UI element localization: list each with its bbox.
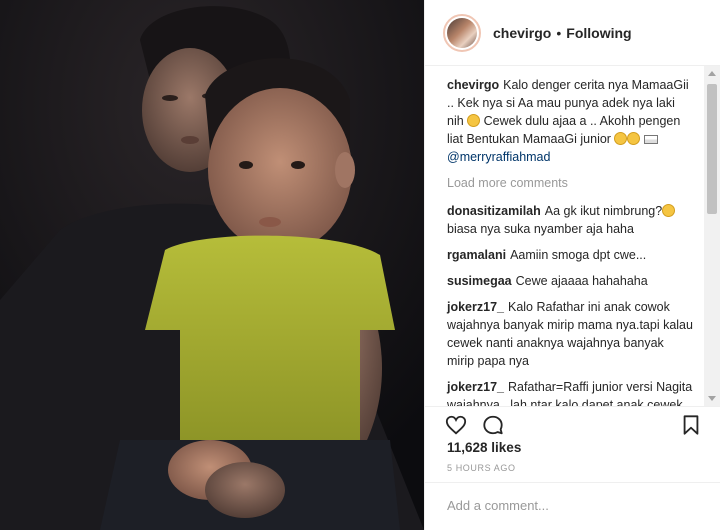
scroll-down-icon[interactable] <box>708 396 716 401</box>
comments-list: chevirgo Kalo denger cerita nya MamaaGii … <box>425 66 703 406</box>
comment-item: susimegaa Cewe ajaaaa hahahaha <box>447 272 693 290</box>
bookmark-icon[interactable] <box>680 414 702 436</box>
comment-bubble-icon[interactable] <box>482 414 504 436</box>
comment-username[interactable]: rgamalani <box>447 248 506 262</box>
comment-item: jokerz17_ Rafathar=Raffi junior versi Nag… <box>447 378 693 406</box>
post-sidebar: chevirgo • Following chevirgo Kalo denger… <box>424 0 720 530</box>
mention-link[interactable]: @merryraffiahmad <box>447 150 550 164</box>
comment-item: rgamalani Aamiin smoga dpt cwe... <box>447 246 693 264</box>
comment-username[interactable]: jokerz17_ <box>447 300 504 314</box>
add-comment-box[interactable]: Add a comment... <box>425 482 720 530</box>
header-separator: • <box>556 24 562 41</box>
photo-illustration <box>0 0 424 530</box>
post-timestamp[interactable]: 5 HOURS AGO <box>447 463 516 473</box>
comment-text: Aamiin smoga dpt cwe... <box>510 248 647 262</box>
caption-username[interactable]: chevirgo <box>447 78 499 92</box>
post-photo[interactable] <box>0 0 424 530</box>
caption: chevirgo Kalo denger cerita nya MamaaGii … <box>447 76 693 166</box>
post-username[interactable]: chevirgo <box>493 25 551 41</box>
follow-status[interactable]: Following <box>566 25 631 41</box>
comment-text: Aa gk ikut nimbrung? <box>544 204 663 218</box>
scrollbar-thumb[interactable] <box>707 84 717 214</box>
comment-username[interactable]: jokerz17_ <box>447 380 504 394</box>
post-header: chevirgo • Following <box>425 0 720 66</box>
likes-count[interactable]: 11,628 likes <box>447 440 521 455</box>
comment-item: donasitizamilah Aa gk ikut nimbrung? bias… <box>447 202 693 238</box>
avatar[interactable] <box>443 13 481 52</box>
flag-icon <box>643 135 658 144</box>
comment-text: Cewe ajaaaa hahahaha <box>515 274 648 288</box>
heart-icon[interactable] <box>445 414 467 436</box>
emoji-icon <box>627 132 641 145</box>
add-comment-input[interactable]: Add a comment... <box>447 498 549 513</box>
load-more-comments-link[interactable]: Load more comments <box>447 174 693 192</box>
action-bar <box>425 406 720 440</box>
comment-username[interactable]: donasitizamilah <box>447 204 541 218</box>
emoji-icon <box>467 114 481 127</box>
emoji-icon <box>662 204 676 217</box>
comment-username[interactable]: susimegaa <box>447 274 512 288</box>
comment-item: jokerz17_ Kalo Rafathar ini anak cowok wa… <box>447 298 693 370</box>
emoji-icon <box>614 132 628 145</box>
comments-scrollbar[interactable] <box>704 66 720 406</box>
comment-text-2: biasa nya suka nyamber aja haha <box>447 222 634 236</box>
scroll-up-icon[interactable] <box>708 71 716 76</box>
